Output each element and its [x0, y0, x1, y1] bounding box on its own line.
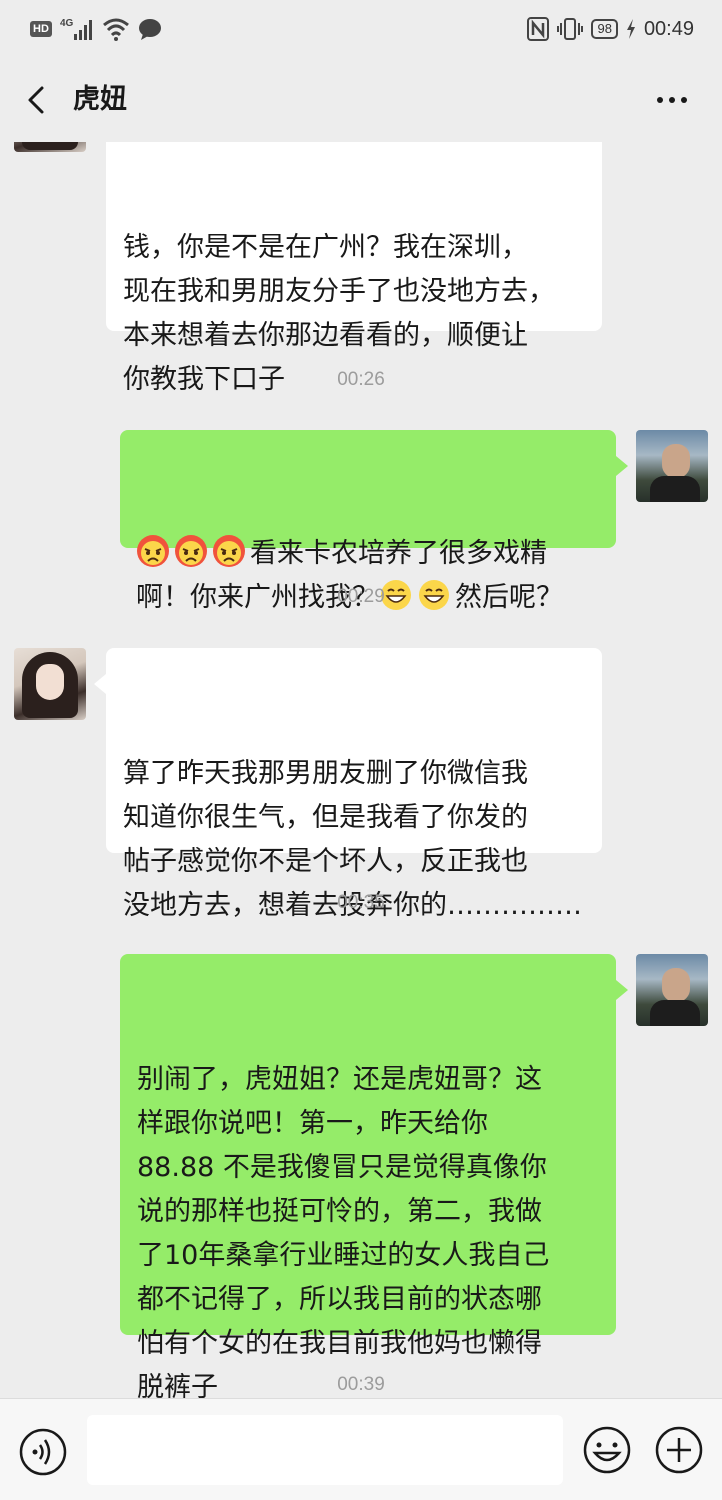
voice-input-button[interactable]	[18, 1427, 68, 1477]
signal-icon: 4G	[60, 16, 94, 42]
smiley-icon	[583, 1426, 631, 1474]
message-bubble-received[interactable]: 算了昨天我那男朋友删了你微信我 知道你很生气，但是我看了你发的 帖子感觉你不是个坏人…	[94, 648, 602, 921]
my-avatar[interactable]	[636, 954, 708, 1026]
message-line: 样跟你说吧！第一，昨天给你	[137, 1108, 488, 1139]
my-avatar[interactable]	[636, 430, 708, 502]
message-timestamp: 00:26	[337, 369, 385, 390]
message-line: 钱，你是不是在广州？我在深圳，	[123, 232, 528, 263]
message-line: 了10年桑拿行业睡过的女人我自己	[137, 1240, 550, 1271]
chat-header: 虎妞	[0, 58, 722, 142]
status-time: 00:49	[643, 17, 694, 40]
network-type-label: 4G	[60, 18, 74, 29]
chevron-left-icon	[28, 86, 44, 114]
message-bubble-sent[interactable]: 看来卡农培养了很多戏精 啊！你来广州找我？ 然后呢？	[120, 430, 628, 613]
message-text: 看来卡农培养了很多戏精	[250, 538, 547, 569]
back-button[interactable]	[18, 80, 58, 120]
more-functions-button[interactable]	[654, 1425, 704, 1475]
emoji-button[interactable]	[582, 1425, 632, 1475]
plus-icon	[655, 1426, 703, 1474]
message-timestamp: 00:35	[337, 892, 385, 913]
message-line: 别闹了，虎妞姐？还是虎妞哥？这	[137, 1064, 542, 1095]
contact-avatar[interactable]	[14, 648, 86, 720]
message-line: 都不记得了，所以我目前的状态哪	[137, 1284, 542, 1315]
chat-input-bar	[0, 1398, 722, 1500]
message-line: 怕有个女的在我目前我他妈也懒得	[137, 1328, 542, 1359]
nfc-icon	[527, 17, 550, 41]
wifi-icon	[102, 17, 130, 41]
more-dots-icon	[657, 97, 687, 103]
vibrate-icon	[557, 17, 584, 41]
battery-indicator: 98	[591, 19, 618, 39]
message-bubble-received[interactable]: 钱，你是不是在广州？我在深圳， 现在我和男朋友分手了也没地方去， 本来想着去你那边看…	[106, 142, 602, 395]
angry-face-emoji	[213, 535, 245, 567]
contact-avatar[interactable]	[14, 142, 86, 152]
message-notification-icon	[138, 18, 162, 40]
message-line: 知道你很生气，但是我看了你发的	[123, 802, 528, 833]
message-line: 本来想着去你那边看看的，顺便让	[123, 320, 528, 351]
voice-icon	[19, 1428, 67, 1476]
status-right: 98 00:49	[527, 14, 694, 44]
message-line: 88.88 不是我傻冒只是觉得真像你	[137, 1152, 547, 1183]
chat-title: 虎妞	[73, 84, 127, 115]
message-timestamp: 00:39	[337, 1374, 385, 1395]
charging-icon	[626, 19, 636, 39]
hd-badge: HD	[30, 21, 52, 37]
angry-face-emoji	[137, 535, 169, 567]
message-line: 帖子感觉你不是个坏人，反正我也	[123, 846, 528, 877]
message-line: 看来卡农培养了很多戏精	[136, 532, 600, 576]
message-list[interactable]: 钱，你是不是在广州？我在深圳， 现在我和男朋友分手了也没地方去， 本来想着去你那边看…	[0, 142, 722, 1398]
message-input[interactable]	[87, 1415, 563, 1485]
message-line: 现在我和男朋友分手了也没地方去，	[123, 276, 555, 307]
message-line: 算了昨天我那男朋友删了你微信我	[123, 758, 528, 789]
angry-face-emoji	[175, 535, 207, 567]
status-bar: HD 4G 98 00:49	[0, 0, 722, 58]
more-options-button[interactable]	[652, 80, 692, 120]
message-bubble-sent[interactable]: 别闹了，虎妞姐？还是虎妞哥？这 样跟你说吧！第一，昨天给你 88.88 不是我傻冒只…	[120, 954, 628, 1398]
message-line: 说的那样也挺可怜的，第二，我做	[137, 1196, 542, 1227]
message-timestamp: 00:29	[337, 586, 385, 607]
status-left: HD 4G	[30, 14, 162, 44]
